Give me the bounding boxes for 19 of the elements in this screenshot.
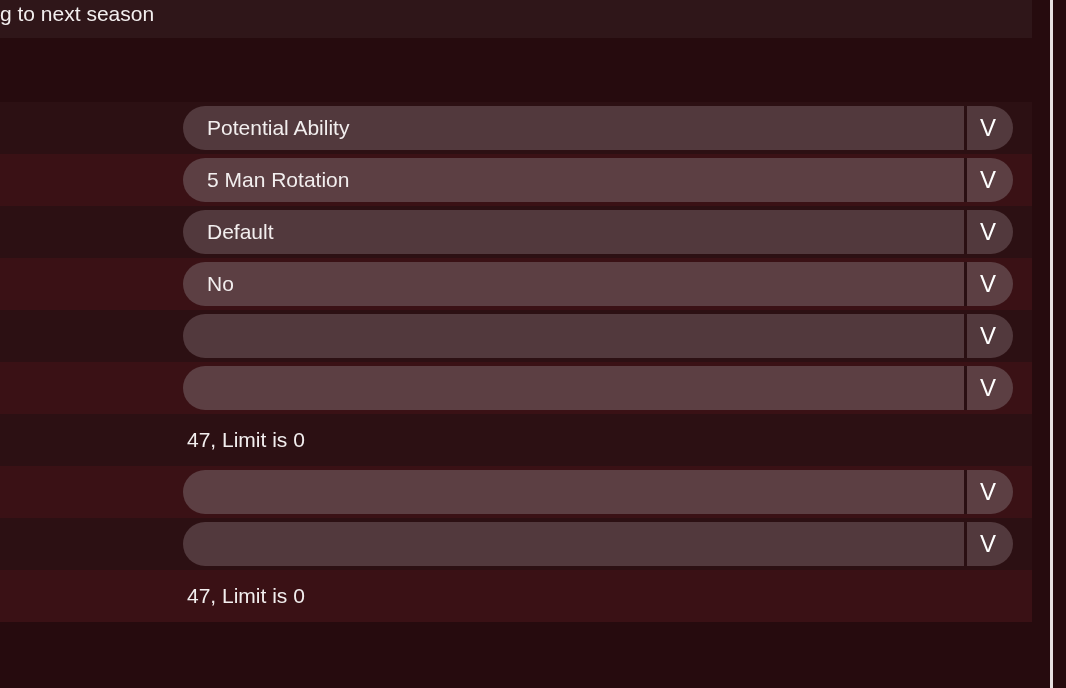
limit-text: 47, Limit is 0	[187, 427, 305, 454]
dropdown[interactable]: 5 Man Rotation V	[183, 158, 1013, 202]
header-text: g to next season	[0, 1, 155, 28]
caret-icon: V	[967, 210, 1013, 254]
dropdown[interactable]: No V	[183, 262, 1013, 306]
caret-icon: V	[967, 262, 1013, 306]
dropdown[interactable]: Potential Ability V	[183, 106, 1013, 150]
dropdown[interactable]: V	[183, 314, 1013, 358]
caret-icon: V	[967, 106, 1013, 150]
caret-icon: V	[967, 366, 1013, 410]
caret-icon: V	[967, 158, 1013, 202]
dropdown[interactable]: V	[183, 366, 1013, 410]
caret-icon: V	[967, 314, 1013, 358]
dropdown[interactable]: V	[183, 522, 1013, 566]
caret-icon: V	[967, 470, 1013, 514]
dropdown[interactable]: Default V	[183, 210, 1013, 254]
limit-text: 47, Limit is 0	[187, 583, 305, 610]
caret-icon: V	[967, 522, 1013, 566]
dropdown[interactable]: V	[183, 470, 1013, 514]
